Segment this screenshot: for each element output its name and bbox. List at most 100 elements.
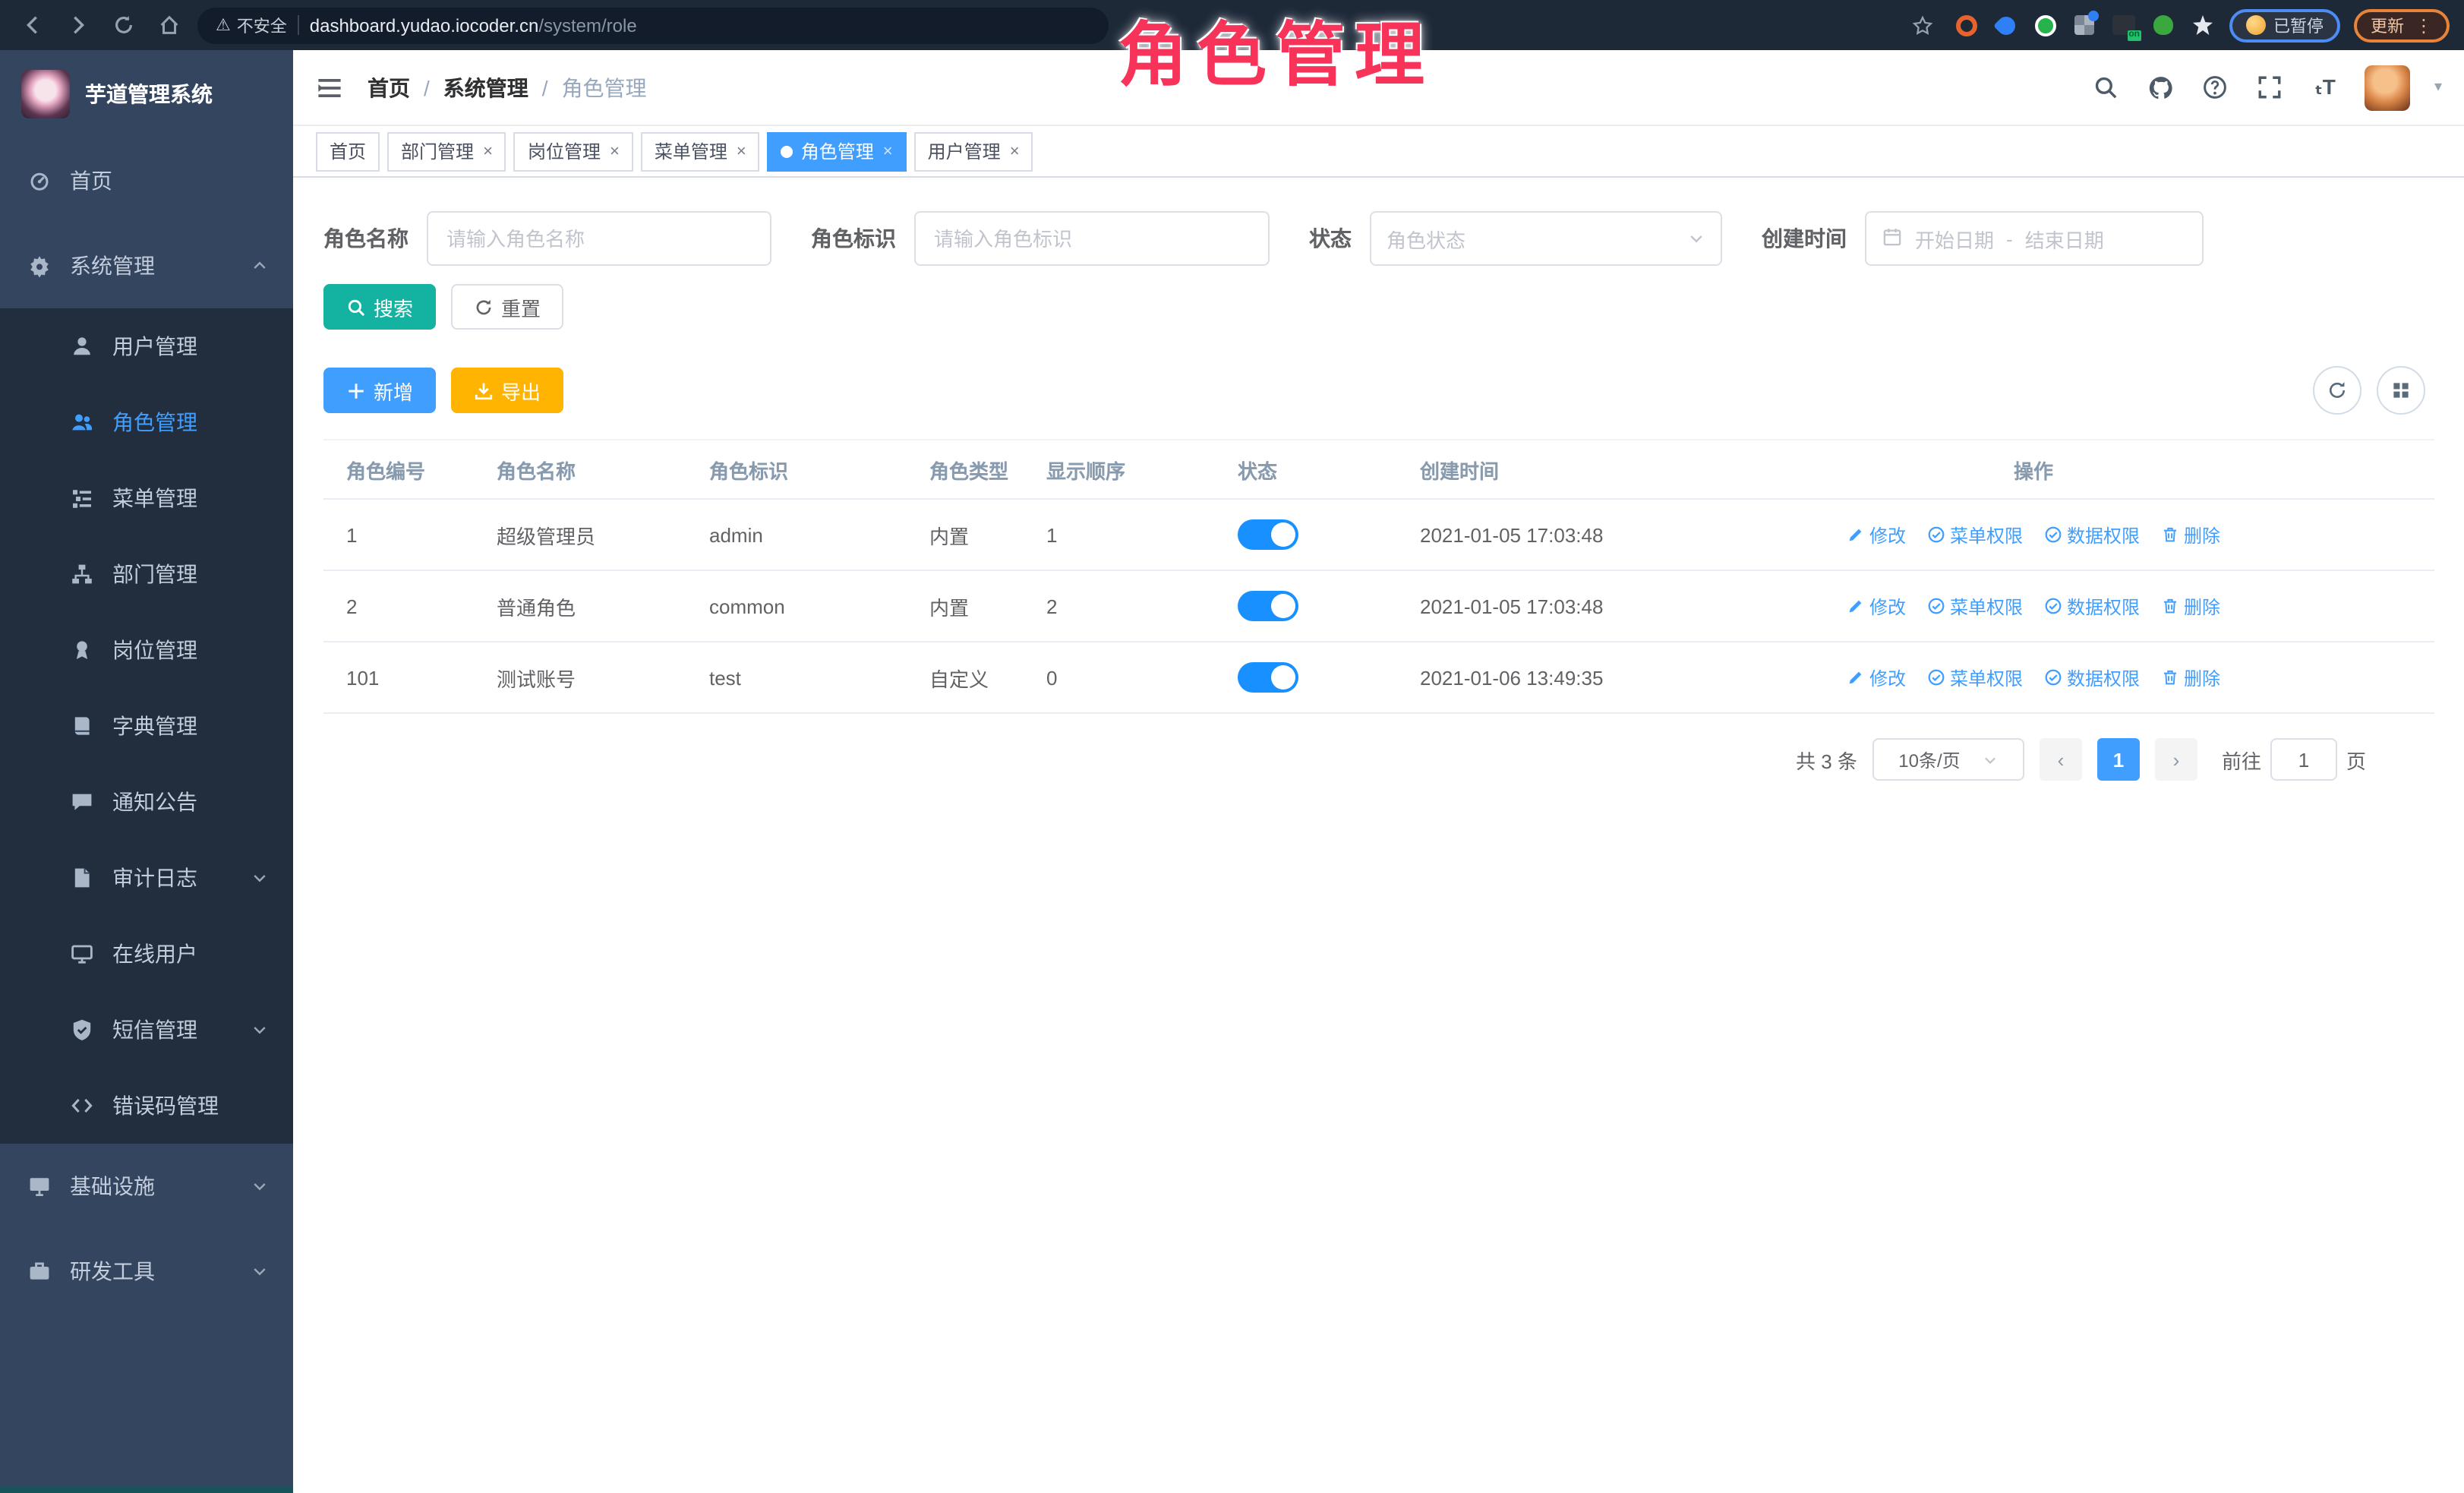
goto-page-input[interactable]	[2270, 738, 2337, 781]
sidebar-item-system[interactable]: 系统管理	[0, 223, 293, 308]
fullscreen-icon[interactable]	[2255, 72, 2286, 103]
search-icon[interactable]	[2091, 72, 2122, 103]
help-icon[interactable]	[2201, 72, 2231, 103]
tag-用户管理[interactable]: 用户管理×	[914, 131, 1033, 171]
sidebar-item-menu-mgmt[interactable]: 菜单管理	[0, 460, 293, 536]
extension-dark-on-badge-icon[interactable]: on	[2111, 12, 2137, 38]
action-修改[interactable]: 修改	[1847, 664, 1906, 690]
status-toggle[interactable]	[1238, 662, 1298, 693]
action-修改[interactable]: 修改	[1847, 593, 1906, 619]
column-header-角色名称: 角色名称	[494, 455, 706, 484]
sidebar-item-sms-mgmt[interactable]: 短信管理	[0, 992, 293, 1068]
sidebar-item-dept-mgmt[interactable]: 部门管理	[0, 536, 293, 612]
close-icon[interactable]: ×	[737, 142, 746, 160]
extension-green-sprout-icon[interactable]	[2150, 12, 2176, 38]
action-label: 修改	[1869, 522, 1906, 548]
sidebar-item-label: 短信管理	[112, 1015, 197, 1045]
action-修改[interactable]: 修改	[1847, 522, 1906, 548]
action-数据权限[interactable]: 数据权限	[2044, 664, 2140, 690]
extension-green-circle-icon[interactable]	[2032, 12, 2058, 38]
start-date-placeholder[interactable]: 开始日期	[1915, 224, 1994, 253]
status-toggle[interactable]	[1238, 519, 1298, 550]
gear-icon	[27, 254, 52, 278]
column-settings-button[interactable]	[2377, 366, 2425, 415]
close-icon[interactable]: ×	[883, 142, 893, 160]
github-icon[interactable]	[2146, 72, 2176, 103]
end-date-placeholder[interactable]: 结束日期	[2025, 224, 2104, 253]
browser-forward-icon[interactable]	[61, 8, 94, 42]
address-bar[interactable]: ⚠不安全 dashboard.yudao.iocoder.cn/system/r…	[197, 7, 1109, 43]
page-1-button[interactable]: 1	[2097, 738, 2140, 781]
profile-paused-chip[interactable]: 已暂停	[2229, 8, 2340, 42]
action-菜单权限[interactable]: 菜单权限	[1927, 664, 2023, 690]
date-range-picker[interactable]: 开始日期 - 结束日期	[1865, 211, 2204, 266]
browser-reload-icon[interactable]	[106, 8, 140, 42]
extension-dark-on-badge-badge: on	[2127, 30, 2141, 41]
action-数据权限[interactable]: 数据权限	[2044, 593, 2140, 619]
breadcrumb-system[interactable]: 系统管理	[443, 72, 528, 103]
warning-icon: ⚠	[216, 15, 231, 35]
action-数据权限[interactable]: 数据权限	[2044, 522, 2140, 548]
cell: 自定义	[926, 663, 1043, 692]
extension-blue-drop-shape	[1992, 12, 2018, 38]
sidebar-item-role-mgmt[interactable]: 角色管理	[0, 384, 293, 460]
sidebar-item-home[interactable]: 首页	[0, 138, 293, 223]
browser-back-icon[interactable]	[15, 8, 49, 42]
reset-button[interactable]: 重置	[451, 284, 563, 330]
sidebar-item-label: 首页	[70, 166, 112, 196]
bookmark-star-icon[interactable]	[1906, 8, 1939, 42]
prev-page-button[interactable]: ‹	[2040, 738, 2082, 781]
sidebar-item-dict-mgmt[interactable]: 字典管理	[0, 688, 293, 764]
close-icon[interactable]: ×	[1010, 142, 1020, 160]
page-size-select[interactable]: 10条/页	[1872, 738, 2024, 781]
extension-grid-badge-icon[interactable]	[2071, 12, 2097, 38]
breadcrumb-home[interactable]: 首页	[368, 72, 410, 103]
sidebar-item-dev-tools[interactable]: 研发工具	[0, 1229, 293, 1314]
add-button[interactable]: 新增	[323, 368, 436, 413]
status-toggle[interactable]	[1238, 591, 1298, 621]
sidebar-item-audit-log[interactable]: 审计日志	[0, 840, 293, 916]
tag-岗位管理[interactable]: 岗位管理×	[514, 131, 633, 171]
status-select-placeholder: 角色状态	[1387, 224, 1465, 253]
role-name-label: 角色名称	[323, 223, 409, 254]
extension-orange-ring-icon[interactable]	[1953, 12, 1979, 38]
action-删除[interactable]: 删除	[2161, 593, 2220, 619]
user-avatar[interactable]	[2365, 65, 2410, 110]
extension-white-pin-icon[interactable]	[2190, 12, 2216, 38]
role-key-input[interactable]	[914, 211, 1270, 266]
sidebar-item-user-mgmt[interactable]: 用户管理	[0, 308, 293, 384]
tag-菜单管理[interactable]: 菜单管理×	[641, 131, 760, 171]
security-warning[interactable]: ⚠不安全	[216, 13, 287, 37]
sidebar-item-notice-mgmt[interactable]: 通知公告	[0, 764, 293, 840]
url-path: /system/role	[538, 14, 636, 36]
sidebar-item-error-code-mgmt[interactable]: 错误码管理	[0, 1068, 293, 1144]
action-菜单权限[interactable]: 菜单权限	[1927, 522, 2023, 548]
action-菜单权限[interactable]: 菜单权限	[1927, 593, 2023, 619]
hamburger-icon[interactable]	[316, 74, 343, 101]
action-删除[interactable]: 删除	[2161, 522, 2220, 548]
tag-部门管理[interactable]: 部门管理×	[387, 131, 506, 171]
navbar-tools: ₜT ▾	[2091, 65, 2442, 110]
sidebar-item-infrastructure[interactable]: 基础设施	[0, 1144, 293, 1229]
tag-首页[interactable]: 首页	[316, 131, 380, 171]
sidebar-item-online-user[interactable]: 在线用户	[0, 916, 293, 992]
tag-角色管理[interactable]: 角色管理×	[768, 131, 907, 171]
status-select[interactable]: 角色状态	[1370, 211, 1722, 266]
browser-home-icon[interactable]	[152, 8, 185, 42]
action-删除[interactable]: 删除	[2161, 664, 2220, 690]
sidebar-item-label: 基础设施	[70, 1171, 155, 1201]
export-button[interactable]: 导出	[451, 368, 563, 413]
sidebar-item-post-mgmt[interactable]: 岗位管理	[0, 612, 293, 688]
browser-update-button[interactable]: 更新⋮	[2354, 8, 2450, 42]
extension-blue-drop-icon[interactable]	[1992, 12, 2018, 38]
close-icon[interactable]: ×	[483, 142, 493, 160]
refresh-table-button[interactable]	[2313, 366, 2361, 415]
avatar-caret-icon[interactable]: ▾	[2434, 79, 2442, 96]
role-name-input[interactable]	[427, 211, 771, 266]
next-page-button[interactable]: ›	[2155, 738, 2197, 781]
app-logo[interactable]: 芋道管理系统	[0, 50, 293, 138]
font-size-icon[interactable]: ₜT	[2310, 72, 2340, 103]
close-icon[interactable]: ×	[610, 142, 620, 160]
search-button[interactable]: 搜索	[323, 284, 436, 330]
browser-menu-icon[interactable]: ⋮	[2415, 14, 2433, 36]
